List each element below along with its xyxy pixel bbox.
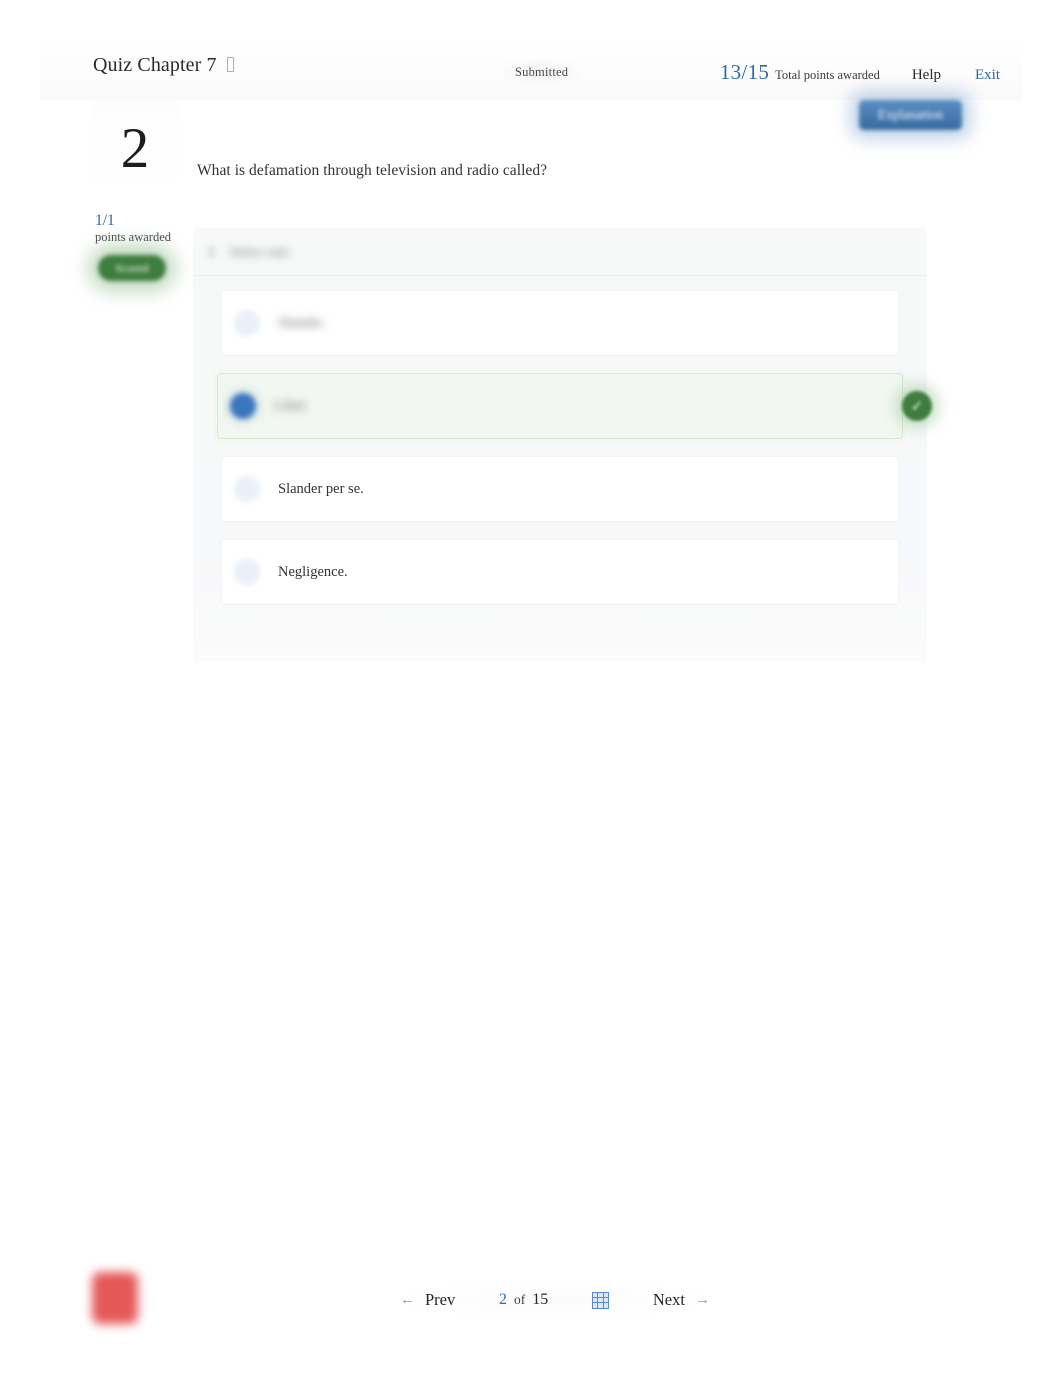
answer-option[interactable]: Libel. ✓ xyxy=(217,373,932,439)
answer-panel: Select one: Slander. Libel. ✓ Slander per s… xyxy=(193,228,932,662)
grid-cell xyxy=(593,1297,598,1303)
arrow-left-icon: ← xyxy=(400,1291,415,1308)
total-score-value: 13/15 xyxy=(719,60,770,84)
grid-view-icon[interactable] xyxy=(592,1291,610,1309)
answer-panel-header-label: Select one: xyxy=(230,243,292,259)
quiz-title-group: Quiz Chapter 7 xyxy=(93,54,234,77)
current-page-number: 2 xyxy=(499,1291,508,1308)
points-awarded-value: 1/1 xyxy=(95,212,115,229)
grid-cell xyxy=(598,1297,603,1303)
answer-option-label: Libel. xyxy=(274,397,309,414)
answer-option-label: Slander per se. xyxy=(278,480,364,497)
page-title: Quiz Chapter 7 xyxy=(93,54,217,76)
grid-cell xyxy=(603,1292,609,1297)
grid-cell xyxy=(593,1303,598,1308)
question-text: What is defamation through television an… xyxy=(197,162,548,179)
exit-link[interactable]: Exit xyxy=(975,67,1000,84)
answer-options-list: Slander. Libel. ✓ Slander per se. Negligence… xyxy=(193,276,932,605)
help-link[interactable]: Help xyxy=(912,67,941,84)
grid-cell xyxy=(593,1292,598,1297)
answer-option[interactable]: Negligence. xyxy=(221,539,899,605)
answer-option-label: Slander. xyxy=(278,314,326,331)
next-button[interactable]: Next xyxy=(653,1290,685,1310)
quiz-navigation: ← Prev 2 of 15 Next → xyxy=(400,1281,710,1319)
correct-answer-check-icon: ✓ xyxy=(902,391,932,421)
prev-group[interactable]: ← Prev xyxy=(400,1290,455,1310)
answer-panel-header: Select one: xyxy=(193,228,927,276)
answer-option[interactable]: Slander per se. xyxy=(221,456,899,522)
points-awarded-label: points awarded xyxy=(95,230,172,244)
grid-cell xyxy=(598,1303,603,1308)
prev-button[interactable]: Prev xyxy=(425,1290,455,1310)
grid-cell xyxy=(598,1292,603,1297)
radio-button-selected-icon[interactable] xyxy=(230,393,256,419)
recording-indicator-icon xyxy=(92,1272,138,1324)
answer-option[interactable]: Slander. xyxy=(221,290,899,356)
answer-option-label: Negligence. xyxy=(278,563,348,580)
grid-cell xyxy=(603,1303,609,1308)
radio-button-icon[interactable] xyxy=(234,476,260,502)
total-page-number: 15 xyxy=(532,1291,549,1308)
page-counter: 2 of 15 xyxy=(499,1291,548,1309)
quiz-header: Quiz Chapter 7 Submitted 13/15 Total poi… xyxy=(40,38,1022,100)
info-glyph-icon[interactable] xyxy=(226,57,234,72)
header-right-group: 13/15 Total points awarded Help Exit xyxy=(720,60,1000,85)
list-icon xyxy=(207,245,216,258)
question-number-box: 2 xyxy=(92,100,178,196)
scored-badge: Scored xyxy=(98,255,166,281)
explanation-button[interactable]: Explanation xyxy=(859,100,962,130)
quiz-page: Quiz Chapter 7 Submitted 13/15 Total poi… xyxy=(0,0,1062,1376)
question-number: 2 xyxy=(120,116,150,180)
radio-button-icon[interactable] xyxy=(234,559,260,585)
total-score-label: Total points awarded xyxy=(775,68,880,82)
arrow-right-icon: → xyxy=(694,1291,710,1308)
status-badge: Submitted xyxy=(503,60,581,85)
next-group[interactable]: Next → xyxy=(653,1290,710,1310)
grid-cell xyxy=(603,1297,609,1303)
page-of-label: of xyxy=(514,1292,526,1307)
radio-button-icon[interactable] xyxy=(234,310,260,336)
